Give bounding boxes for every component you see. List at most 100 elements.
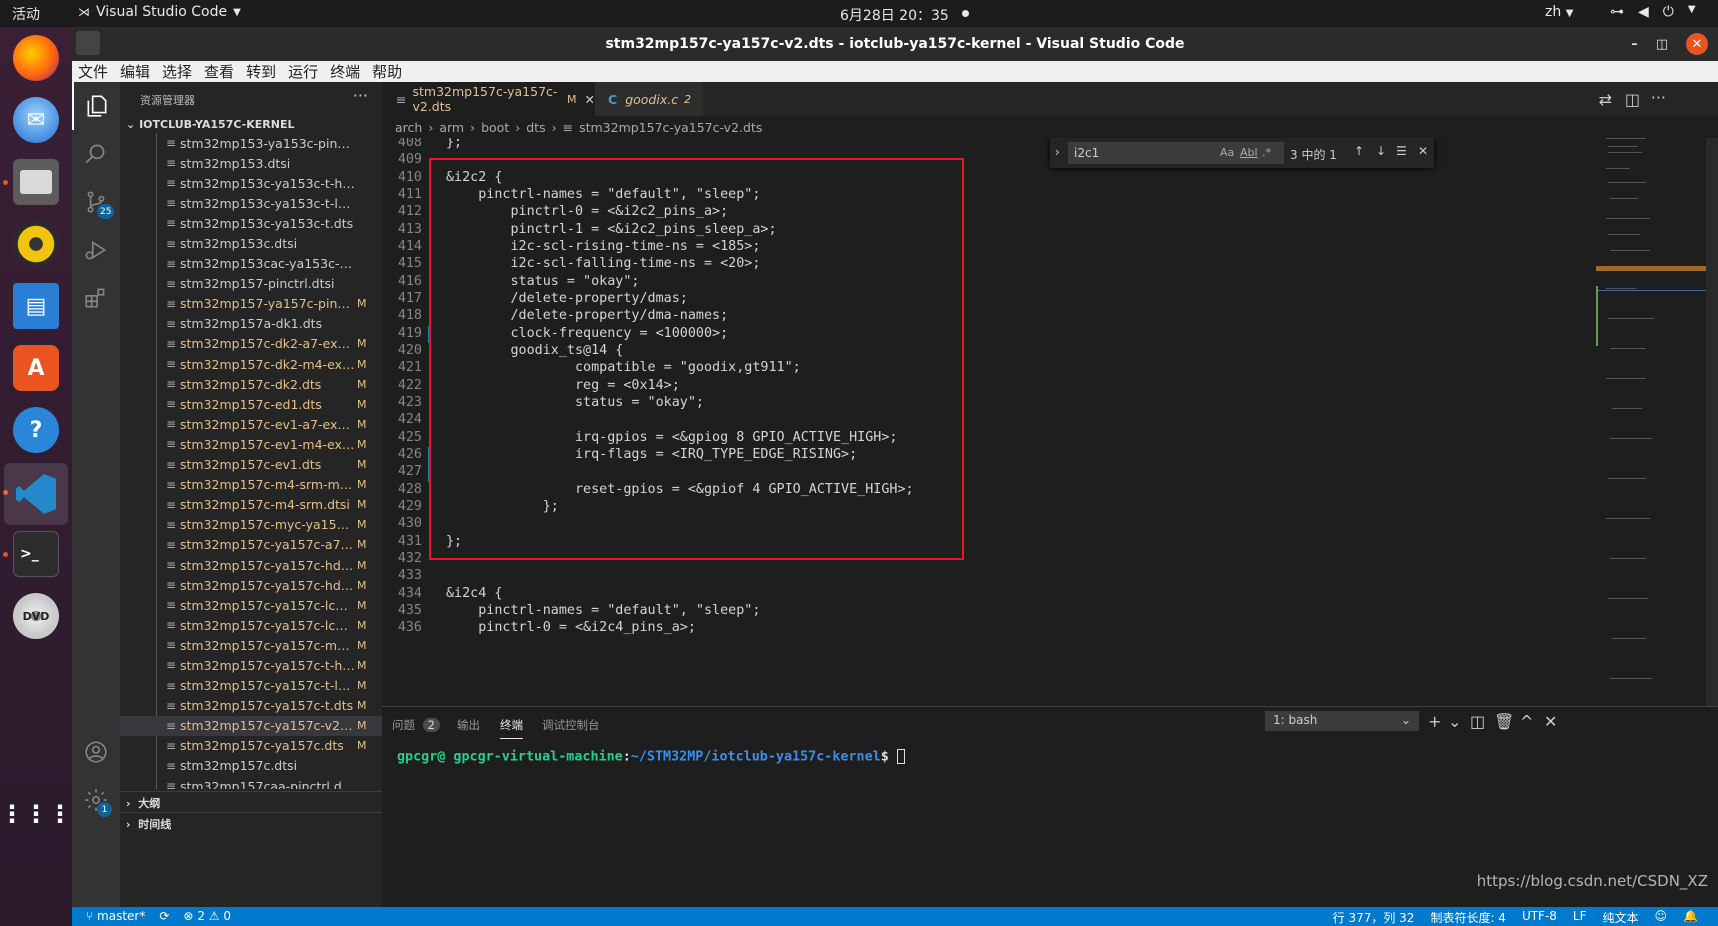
settings-gear-icon[interactable]: 1 xyxy=(72,776,120,824)
arrow-up-icon[interactable]: ↑ xyxy=(1354,144,1364,158)
file-tree-item[interactable]: ≡ stm32mp157c-ya157c-v2.dts M xyxy=(120,715,382,736)
menu-run[interactable]: 运行 xyxy=(282,61,324,82)
breadcrumb-item[interactable]: boot xyxy=(481,120,509,135)
file-tree-item[interactable]: ≡stm32mp157c-dk2-a7-exampl...M xyxy=(120,334,382,354)
file-tree-item[interactable]: ≡stm32mp157c-ya157c-t-hdmi....M xyxy=(120,655,382,675)
file-tree-item[interactable]: ≡ stm32mp157c-ya157c-lcd.dts M xyxy=(120,615,382,635)
explorer-icon[interactable] xyxy=(72,82,120,130)
compare-icon[interactable]: ⇄ xyxy=(1599,90,1612,109)
file-tree-item[interactable]: ≡ stm32mp157c-ev1.dts M xyxy=(120,455,382,475)
maximize-panel-icon[interactable]: ^ xyxy=(1520,712,1533,731)
menu-view[interactable]: 查看 xyxy=(198,61,240,82)
activities-button[interactable]: 活动 xyxy=(12,4,40,24)
file-tree-item[interactable]: ≡stm32mp157c-ya157c-hdmi-v...M xyxy=(120,555,382,575)
regex-toggle[interactable]: .* xyxy=(1262,146,1271,159)
tab-debug-console[interactable]: 调试控制台 xyxy=(542,717,600,733)
breadcrumb-item[interactable]: stm32mp157c-ya157c-v2.dts xyxy=(579,120,762,135)
terminal-icon[interactable]: >_ xyxy=(13,531,59,577)
file-tree-item[interactable]: ≡ stm32mp157caa-pinctrl.dtsi xyxy=(120,776,382,789)
file-tree-item[interactable]: ≡stm32mp157c-m4-srm-myir.dtsiM xyxy=(120,475,382,495)
project-folder[interactable]: ⌄ IOTCLUB-YA157C-KERNEL xyxy=(126,118,294,131)
minimap[interactable] xyxy=(1596,138,1706,706)
more-actions-icon[interactable]: ··· xyxy=(1651,88,1666,107)
trash-icon[interactable]: 🗑 xyxy=(1494,712,1514,731)
file-tree-item[interactable]: ≡stm32mp157-ya157c-pinctrl.d...M xyxy=(120,294,382,314)
dvd-icon[interactable]: DVD xyxy=(13,593,59,639)
files-icon[interactable] xyxy=(13,159,59,205)
thunderbird-icon[interactable]: ✉ xyxy=(13,97,59,143)
branch-indicator[interactable]: ⑂ master* xyxy=(86,909,145,923)
language-mode[interactable]: 纯文本 xyxy=(1603,909,1639,926)
breadcrumb-item[interactable]: arch xyxy=(395,120,422,135)
close-icon[interactable]: ✕ xyxy=(1544,712,1557,731)
tab-terminal[interactable]: 终端 xyxy=(500,717,523,739)
chevron-right-icon[interactable]: › xyxy=(1055,145,1060,159)
split-editor-icon[interactable]: ◫ xyxy=(1625,90,1640,109)
vertical-scrollbar[interactable] xyxy=(1706,138,1718,706)
chevron-down-icon[interactable]: ⌄ xyxy=(1448,712,1461,731)
software-center-icon[interactable]: A xyxy=(13,345,59,391)
timeline-section[interactable]: › 时间线 xyxy=(126,816,171,832)
writer-icon[interactable]: ▤ xyxy=(13,283,59,329)
file-tree-item[interactable]: ≡ stm32mp157c-m4-srm.dtsi M xyxy=(120,495,382,515)
find-in-selection-icon[interactable]: ☰ xyxy=(1396,144,1407,158)
file-tree-item[interactable]: ≡ stm32mp157c.dtsi xyxy=(120,756,382,776)
source-control-icon[interactable]: 25 xyxy=(72,178,120,226)
app-menu[interactable]: ⋊ Visual Studio Code ▼ xyxy=(78,4,241,20)
minimize-button[interactable]: – xyxy=(1631,37,1638,52)
whole-word-toggle[interactable]: Abl xyxy=(1240,146,1258,159)
file-tree-item[interactable]: ≡stm32mp157c-ya157c-lcd-v2....M xyxy=(120,595,382,615)
problems-indicator[interactable]: ⊗ 2 ⚠ 0 xyxy=(183,909,231,923)
breadcrumb-item[interactable]: dts xyxy=(526,120,545,135)
firefox-icon[interactable] xyxy=(13,35,59,81)
file-tree-item[interactable]: ≡stm32mp157c-ya157c-m4-exa...M xyxy=(120,635,382,655)
more-actions-icon[interactable]: ··· xyxy=(353,86,368,105)
menu-selection[interactable]: 选择 xyxy=(156,61,198,82)
rhythmbox-icon[interactable] xyxy=(13,221,59,267)
tab-goodix[interactable]: C goodix.c 2 xyxy=(595,82,703,116)
file-tree-item[interactable]: ≡ stm32mp157c-ya157c-t.dts M xyxy=(120,696,382,716)
close-button[interactable]: ✕ xyxy=(1686,33,1708,55)
file-tree-item[interactable]: ≡stm32mp157c-ya157c-hdmi.dtsM xyxy=(120,575,382,595)
file-tree-item[interactable]: ≡ stm32mp157c-ed1.dts M xyxy=(120,394,382,414)
file-tree-item[interactable]: ≡stm32mp153-ya153c-pinctrl.dtsi xyxy=(120,133,382,153)
close-icon[interactable]: ✕ xyxy=(585,92,595,107)
encoding[interactable]: UTF-8 xyxy=(1522,909,1557,926)
file-tree-item[interactable]: ≡stm32mp157c-ya157c-a7-exa...M xyxy=(120,535,382,555)
close-icon[interactable]: ✕ xyxy=(1418,144,1428,158)
run-debug-icon[interactable] xyxy=(72,226,120,274)
menu-terminal[interactable]: 终端 xyxy=(324,61,366,82)
feedback-icon[interactable]: ☺ xyxy=(1655,909,1668,926)
file-tree-item[interactable]: ≡ stm32mp157-pinctrl.dtsi xyxy=(120,274,382,294)
menu-edit[interactable]: 编辑 xyxy=(114,61,156,82)
file-tree-item[interactable]: ≡stm32mp157c-ev1-a7-exampl...M xyxy=(120,414,382,434)
show-apps-icon[interactable]: ⋮⋮⋮ xyxy=(0,791,72,837)
file-tree-item[interactable]: ≡ stm32mp157a-dk1.dts xyxy=(120,314,382,334)
clock[interactable]: 6月28日 20：35 xyxy=(840,5,949,25)
file-tree-item[interactable]: ≡ stm32mp157c-dk2.dts M xyxy=(120,374,382,394)
match-case-toggle[interactable]: Aa xyxy=(1220,146,1234,159)
file-tree-item[interactable]: ≡ stm32mp153c-ya153c-t.dts xyxy=(120,213,382,233)
maximize-button[interactable]: ◫ xyxy=(1656,37,1668,52)
file-tree-item[interactable]: ≡stm32mp153c-ya153c-t-hdmi.dts xyxy=(120,173,382,193)
file-tree-item[interactable]: ≡ stm32mp153.dtsi xyxy=(120,153,382,173)
file-tree-item[interactable]: ≡ stm32mp157c-ya157c.dts M xyxy=(120,736,382,756)
arrow-down-icon[interactable]: ↓ xyxy=(1376,144,1386,158)
bell-icon[interactable]: 🔔 xyxy=(1683,909,1698,926)
search-icon[interactable] xyxy=(72,130,120,178)
split-terminal-icon[interactable]: ◫ xyxy=(1470,712,1485,731)
file-tree-item[interactable]: ≡stm32mp153c-ya153c-t-lcd.dts xyxy=(120,193,382,213)
vscode-dock-icon[interactable] xyxy=(4,463,68,525)
code-view[interactable]: 408}; 409 410 &i2c2 {411 pinctrl-names = "d… xyxy=(382,138,1718,706)
line-ending[interactable]: LF xyxy=(1573,909,1587,926)
file-tree-item[interactable]: ≡ stm32mp153c.dtsi xyxy=(120,233,382,253)
menu-file[interactable]: 文件 xyxy=(72,61,114,82)
terminal-output[interactable]: gpcgr@ gpcgr-virtual-machine:~/STM32MP/i… xyxy=(397,749,905,765)
system-tray[interactable]: ⊶ ◀ ⏻ ▼ xyxy=(1610,4,1696,20)
terminal-select[interactable]: 1: bash ⌄ xyxy=(1265,711,1419,731)
tab-problems[interactable]: 问题 2 xyxy=(392,717,440,733)
file-tree-item[interactable]: ≡stm32mp157c-myc-ya157c.dtsiM xyxy=(120,515,382,535)
sync-icon[interactable]: ⟳ xyxy=(159,909,169,923)
add-terminal-icon[interactable]: + xyxy=(1428,712,1441,731)
menu-help[interactable]: 帮助 xyxy=(366,61,408,82)
